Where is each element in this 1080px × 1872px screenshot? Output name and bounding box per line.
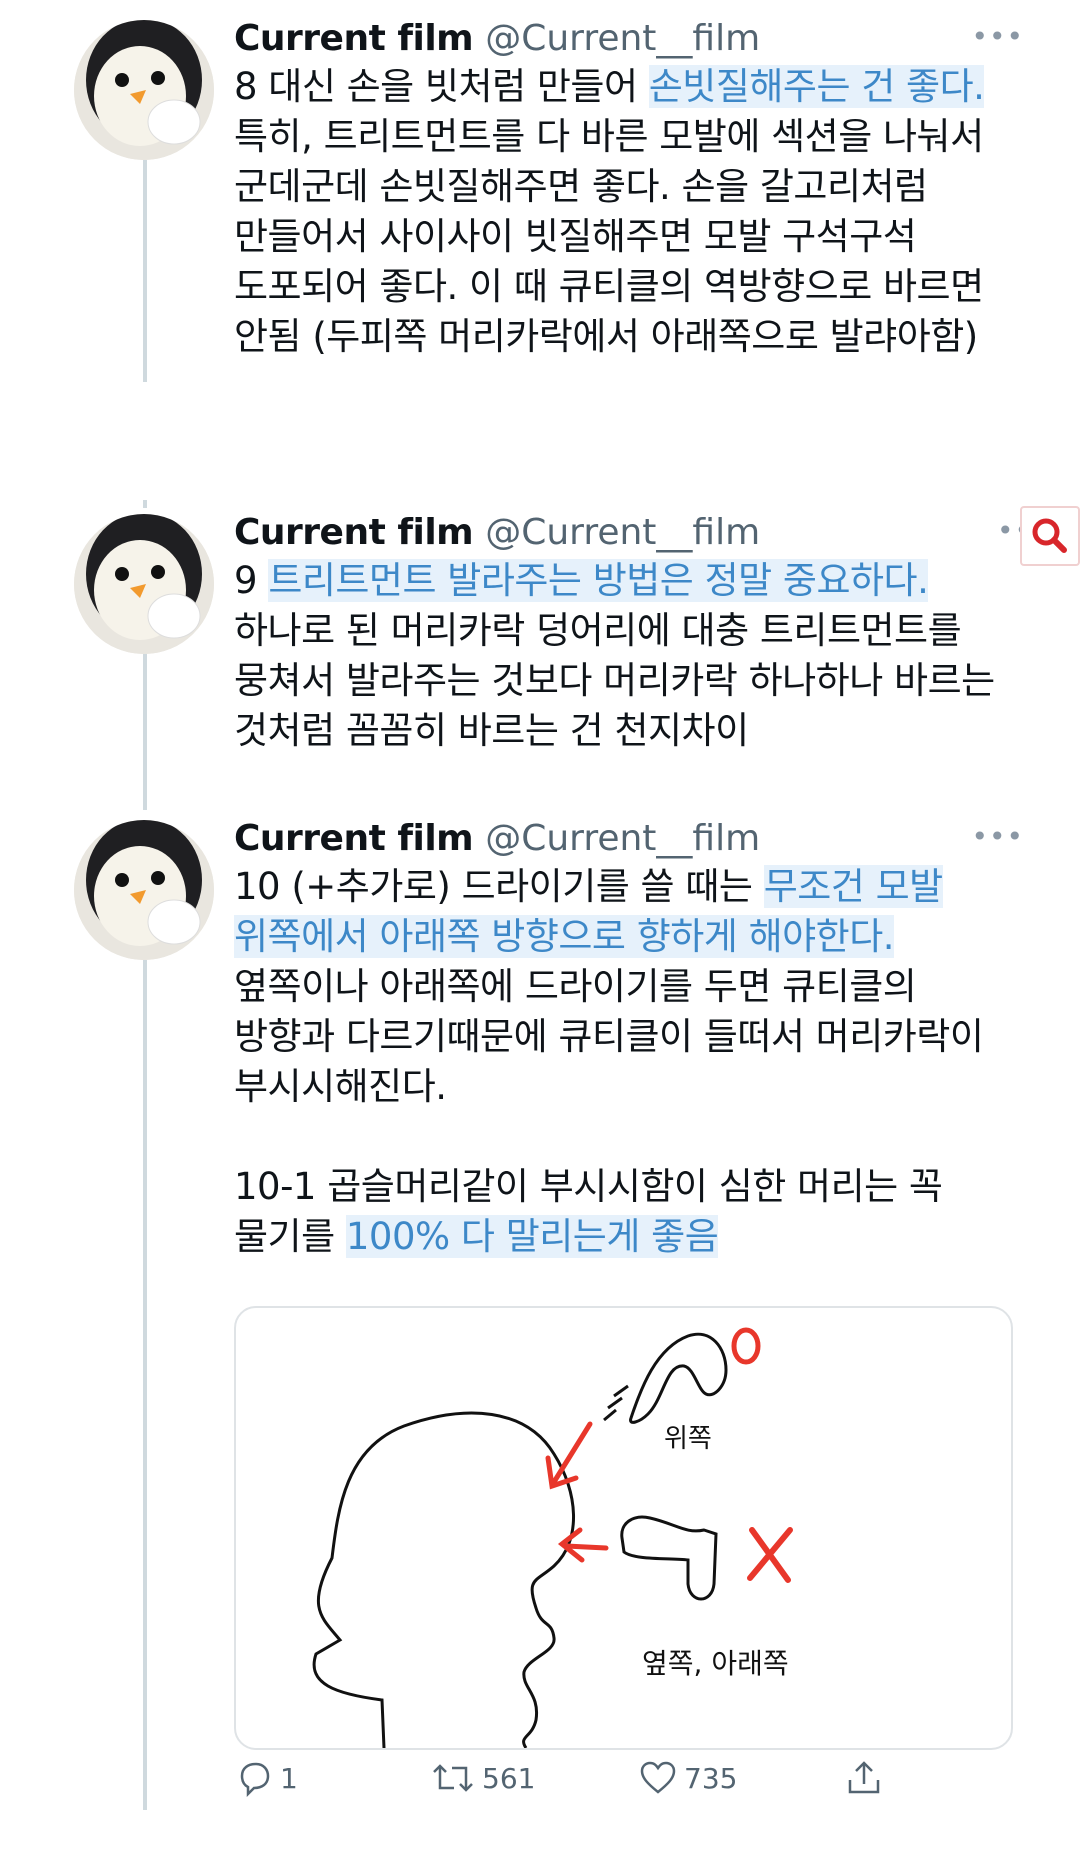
avatar[interactable] (74, 20, 214, 160)
search-icon (1032, 518, 1067, 553)
author-handle[interactable]: @Current__film (485, 512, 760, 553)
retweet-icon (433, 1764, 473, 1792)
text-part: 9 (234, 559, 269, 602)
tweet-header: Current film @Current__film ••• (234, 18, 1024, 60)
like-button[interactable]: 735 (638, 1758, 737, 1798)
attached-image[interactable]: 위쪽 옆쪽, 아래쪽 (234, 1306, 1013, 1750)
tweet[interactable]: Current film @Current__film •• 9 트리트먼트 발라… (234, 512, 1031, 756)
more-icon[interactable]: ••• (971, 820, 1024, 853)
text-part: 하나로 된 머리카락 덩어리에 대충 트리트먼트를 뭉쳐서 발라주는 것보다 머… (234, 609, 995, 752)
penguin-avatar-icon (74, 514, 214, 654)
text-part: 8 대신 손을 빗처럼 만들어 (234, 65, 649, 108)
text-part: 10 (+추가로) 드라이기를 쓸 때는 (234, 865, 764, 908)
search-button[interactable] (1020, 506, 1080, 566)
author-handle[interactable]: @Current__film (485, 818, 760, 859)
retweet-count: 561 (482, 1761, 536, 1795)
hair-dryer-direction-diagram (312, 1327, 793, 1748)
penguin-avatar-icon (74, 20, 214, 160)
more-icon[interactable]: ••• (971, 20, 1024, 53)
highlighted-text: 100% 다 말리는게 좋음 (345, 1215, 719, 1258)
author-name[interactable]: Current film (234, 18, 474, 59)
author-handle[interactable]: @Current__film (485, 18, 760, 59)
highlighted-text: 트리트먼트 발라주는 방법은 정말 중요하다. (268, 559, 929, 602)
text-part: 옆쪽이나 아래쪽에 드라이기를 두면 큐티클의 방향과 다르기때문에 큐티클이 … (234, 965, 984, 1108)
share-button[interactable] (844, 1758, 884, 1798)
tweet-header: Current film @Current__film ••• (234, 818, 1024, 860)
thread-line (143, 650, 147, 810)
reply-button[interactable]: 1 (234, 1758, 298, 1798)
penguin-avatar-icon (74, 820, 214, 960)
share-icon (848, 1761, 880, 1794)
thread-line (143, 160, 147, 382)
thread-line (143, 960, 147, 1810)
tweet[interactable]: Current film @Current__film ••• 8 대신 손을 빗… (234, 18, 1024, 362)
tweet-text: 9 트리트먼트 발라주는 방법은 정말 중요하다. 하나로 된 머리카락 덩어리… (234, 556, 1024, 756)
avatar[interactable] (74, 514, 214, 654)
tweet-text: 8 대신 손을 빗처럼 만들어 손빗질해주는 건 좋다. 특히, 트리트먼트를 … (234, 62, 1024, 362)
tweet[interactable]: Current film @Current__film ••• 10 (+추가로)… (234, 818, 1024, 1262)
avatar[interactable] (74, 820, 214, 960)
reply-icon (240, 1762, 270, 1798)
retweet-button[interactable]: 561 (430, 1758, 535, 1798)
ok-mark (731, 1327, 761, 1365)
action-bar: 1 561 735 (234, 1758, 1024, 1808)
tweet-text: 10 (+추가로) 드라이기를 쓸 때는 무조건 모발 위쪽에서 아래쪽 방향으… (234, 862, 1024, 1112)
thread-line (143, 500, 147, 508)
tweet-header: Current film @Current__film •• (234, 512, 1031, 554)
text-part: 특히, 트리트먼트를 다 바른 모발에 섹션을 나눠서 군데군데 손빗질해주면 … (234, 115, 984, 358)
label-top: 위쪽 (664, 1424, 712, 1454)
like-icon (640, 1761, 676, 1794)
author-name[interactable]: Current film (234, 818, 474, 859)
highlighted-text: 손빗질해주는 건 좋다. (648, 65, 985, 108)
author-name[interactable]: Current film (234, 512, 474, 553)
reply-count: 1 (280, 1761, 298, 1795)
label-side: 옆쪽, 아래쪽 (642, 1647, 789, 1680)
like-count: 735 (684, 1761, 738, 1795)
tweet-text-2: 10-1 곱슬머리같이 부시시함이 심한 머리는 꼭 물기를 100% 다 말리… (234, 1162, 1024, 1262)
